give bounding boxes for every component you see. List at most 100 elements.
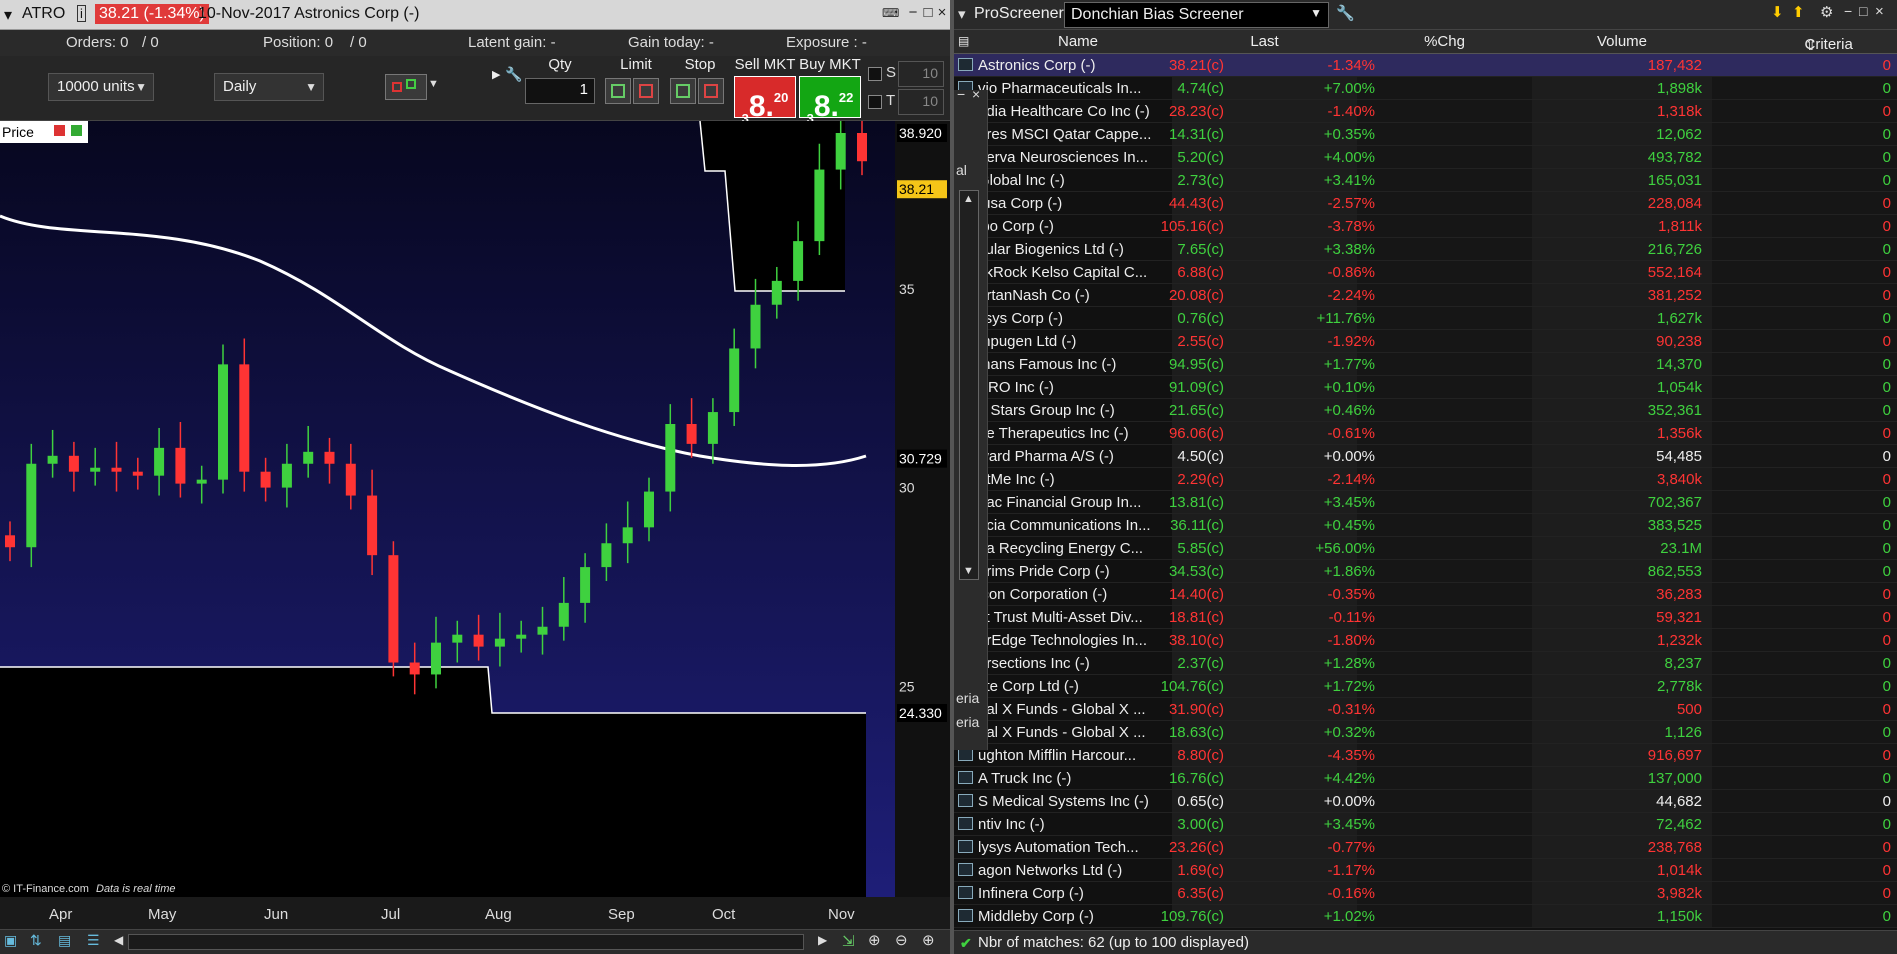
header-name[interactable]: Name [984, 33, 1172, 50]
sell-market-button[interactable]: 38.20 [734, 76, 796, 126]
keyboard-icon[interactable]: ⌨ [882, 5, 899, 21]
zoom-out-icon[interactable]: ⊖ [895, 931, 908, 949]
scroll-left-icon[interactable]: ◀ [114, 933, 123, 947]
limit-sell-button[interactable] [633, 78, 659, 104]
zoom-in-icon[interactable]: ⊕ [922, 931, 935, 949]
menu-arrow-icon[interactable]: ▾ [4, 5, 12, 25]
table-icon[interactable]: ▤ [58, 932, 71, 949]
wrench-icon[interactable]: 🔧 [1336, 4, 1355, 22]
chart-icon[interactable] [958, 817, 973, 830]
add-panel-icon[interactable] [71, 125, 82, 136]
close-icon[interactable]: × [972, 86, 980, 102]
table-row[interactable]: lysys Automation Tech... 23.26(c) -0.77% 23… [954, 836, 1897, 859]
table-row[interactable]: vio Pharmaceuticals In... 4.74(c) +7.00% 1,… [954, 77, 1897, 100]
table-row[interactable]: bac Financial Group In... 13.81(c) +3.45% 7… [954, 491, 1897, 514]
header-last[interactable]: Last [1172, 33, 1357, 50]
close-icon[interactable]: × [934, 5, 950, 21]
compare-icon[interactable]: ⇅ [30, 932, 42, 949]
move-down-icon[interactable]: ⬇ [1771, 3, 1784, 21]
zoom-rect-icon[interactable]: ⊕ [868, 931, 881, 949]
chart-icon[interactable] [958, 886, 973, 899]
price-chart-area[interactable]: Price © IT-Finance.com Data is real time [0, 121, 895, 897]
table-row[interactable]: bal X Funds - Global X ... 31.90(c) -0.31%… [954, 698, 1897, 721]
indicator-add-button[interactable] [385, 74, 427, 100]
table-row[interactable]: urtanNash Co (-) 20.08(c) -2.24% 381,252 0 [954, 284, 1897, 307]
chart-icon[interactable] [958, 840, 973, 853]
move-up-icon[interactable]: ⬆ [1792, 3, 1805, 21]
t-checkbox[interactable] [868, 95, 882, 109]
period-select[interactable]: Daily ▼ [214, 73, 324, 101]
table-row[interactable]: lisys Corp (-) 0.76(c) +11.76% 1,627k 0 [954, 307, 1897, 330]
chart-icon[interactable] [958, 58, 973, 71]
qty-input[interactable]: 1 [525, 78, 595, 104]
table-row[interactable]: bal X Funds - Global X ... 18.63(c) +0.32%… [954, 721, 1897, 744]
table-row[interactable]: thans Famous Inc (-) 94.95(c) +1.77% 14,370… [954, 353, 1897, 376]
table-row[interactable]: Astronics Corp (-) 38.21(c) -1.34% 187,432 0 [954, 54, 1897, 77]
table-row[interactable]: agon Networks Ltd (-) 1.69(c) -1.17% 1,014k… [954, 859, 1897, 882]
chart-icon[interactable] [958, 863, 973, 876]
header-volume[interactable]: Volume [1532, 33, 1712, 50]
table-row[interactable]: icon Corporation (-) 14.40(c) -0.35% 36,283… [954, 583, 1897, 606]
table-row[interactable]: ares MSCI Qatar Cappe... 14.31(c) +0.35% 12… [954, 123, 1897, 146]
table-row[interactable]: etMe Inc (-) 2.29(c) -2.14% 3,840k 0 [954, 468, 1897, 491]
chart-icon[interactable] [958, 794, 973, 807]
table-row[interactable]: ARO Inc (-) 91.09(c) +0.10% 1,054k 0 [954, 376, 1897, 399]
table-row[interactable]: st Trust Multi-Asset Div... 18.81(c) -0.11… [954, 606, 1897, 629]
list-icon[interactable]: ☰ [87, 932, 100, 949]
close-icon[interactable]: × [1875, 3, 1884, 20]
table-row[interactable]: yte Corp Ltd (-) 104.76(c) +1.72% 2,778k 0 [954, 675, 1897, 698]
table-row[interactable]: ckRock Kelso Capital C... 6.88(c) -0.86% 55… [954, 261, 1897, 284]
table-row[interactable]: ncia Communications In... 36.11(c) +0.45% 3… [954, 514, 1897, 537]
table-row[interactable]: ward Pharma A/S (-) 4.50(c) +0.00% 54,485 0 [954, 445, 1897, 468]
scroll-up-icon[interactable]: ▲ [963, 193, 974, 205]
column-settings-icon[interactable]: ▤ [958, 34, 969, 48]
table-row[interactable]: ntiv Inc (-) 3.00(c) +3.45% 72,462 0 [954, 813, 1897, 836]
s-checkbox[interactable] [868, 67, 882, 81]
table-row[interactable]: ibo Corp (-) 105.16(c) -3.78% 1,811k 0 [954, 215, 1897, 238]
zoom-icon[interactable]: ▣ [4, 932, 17, 949]
panel-scrollbar[interactable]: ▲ ▼ [959, 190, 979, 580]
autoscale-icon[interactable]: ⇲ [842, 932, 855, 950]
table-row[interactable]: Infinera Corp (-) 6.35(c) -0.16% 3,982k 0 [954, 882, 1897, 905]
buy-market-button[interactable]: 38.22 [799, 76, 861, 126]
stop-buy-button[interactable] [670, 78, 696, 104]
stop-sell-button[interactable] [698, 78, 724, 104]
info-icon[interactable]: i [77, 5, 86, 22]
close-panel-icon[interactable] [54, 125, 65, 136]
chart-icon[interactable] [958, 771, 973, 784]
minimize-icon[interactable]: − [905, 5, 921, 21]
scroll-right-icon[interactable]: ▶ [818, 933, 827, 947]
table-row[interactable]: Global Inc (-) 2.73(c) +3.41% 165,031 0 [954, 169, 1897, 192]
menu-arrow-icon[interactable]: ▾ [958, 5, 966, 23]
screener-select[interactable]: Donchian Bias Screener ▼ [1064, 2, 1329, 28]
table-row[interactable]: ersections Inc (-) 2.37(c) +1.28% 8,237 0 [954, 652, 1897, 675]
minimize-icon[interactable]: − [1844, 3, 1852, 19]
table-row[interactable]: A Truck Inc (-) 16.76(c) +4.42% 137,000 0 [954, 767, 1897, 790]
table-row[interactable]: ndia Healthcare Co Inc (-) 28.23(c) -1.40%… [954, 100, 1897, 123]
maximize-icon[interactable]: □ [1859, 3, 1867, 19]
header-chg[interactable]: %Chg [1357, 33, 1532, 50]
table-row[interactable]: nerva Neurosciences In... 5.20(c) +4.00% 49… [954, 146, 1897, 169]
table-row[interactable]: cular Biogenics Ltd (-) 7.65(c) +3.38% 216,… [954, 238, 1897, 261]
wrench-icon[interactable]: 🔧 [505, 66, 522, 83]
limit-buy-button[interactable] [605, 78, 631, 104]
table-row[interactable]: tusa Corp (-) 44.43(c) -2.57% 228,084 0 [954, 192, 1897, 215]
units-select[interactable]: 10000 units ▼ [48, 73, 154, 101]
table-row[interactable]: ge Therapeutics Inc (-) 96.06(c) -0.61% 1,3… [954, 422, 1897, 445]
settings-icon[interactable]: ⚙ [1820, 3, 1833, 21]
horizontal-scrollbar[interactable] [128, 934, 804, 950]
s-input[interactable]: 10 [898, 61, 944, 87]
table-row[interactable]: mpugen Ltd (-) 2.55(c) -1.92% 90,238 0 [954, 330, 1897, 353]
chart-icon[interactable] [958, 909, 973, 922]
t-input[interactable]: 10 [898, 89, 944, 115]
scroll-down-icon[interactable]: ▼ [963, 565, 974, 577]
table-row[interactable]: Middleby Corp (-) 109.76(c) +1.02% 1,150k 0 [954, 905, 1897, 928]
minimize-icon[interactable]: − [957, 86, 965, 102]
chevron-down-icon[interactable]: ▼ [428, 78, 439, 90]
table-row[interactable]: S Medical Systems Inc (-) 0.65(c) +0.00% 44… [954, 790, 1897, 813]
table-row[interactable]: e Stars Group Inc (-) 21.65(c) +0.46% 352,3… [954, 399, 1897, 422]
table-row[interactable]: grims Pride Corp (-) 34.53(c) +1.86% 862,55… [954, 560, 1897, 583]
symbol-label[interactable]: ATRO [22, 5, 65, 23]
table-row[interactable]: na Recycling Energy C... 5.85(c) +56.00% 23… [954, 537, 1897, 560]
table-row[interactable]: arEdge Technologies In... 38.10(c) -1.80% 1… [954, 629, 1897, 652]
